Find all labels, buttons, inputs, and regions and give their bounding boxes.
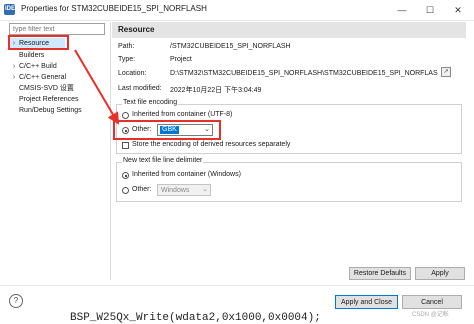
bottom-divider bbox=[0, 285, 474, 286]
background-code-line: BSP_W25Qx_Write(wdata2,0x1000,0x0004); bbox=[70, 312, 321, 324]
apply-and-close-button[interactable]: Apply and Close bbox=[335, 295, 398, 309]
cancel-button[interactable]: Cancel bbox=[402, 295, 462, 309]
watermark: CSDN @记帐 bbox=[412, 312, 449, 318]
restore-defaults-button[interactable]: Restore Defaults bbox=[349, 267, 411, 280]
apply-button[interactable]: Apply bbox=[415, 267, 465, 280]
help-icon[interactable]: ? bbox=[9, 294, 23, 308]
